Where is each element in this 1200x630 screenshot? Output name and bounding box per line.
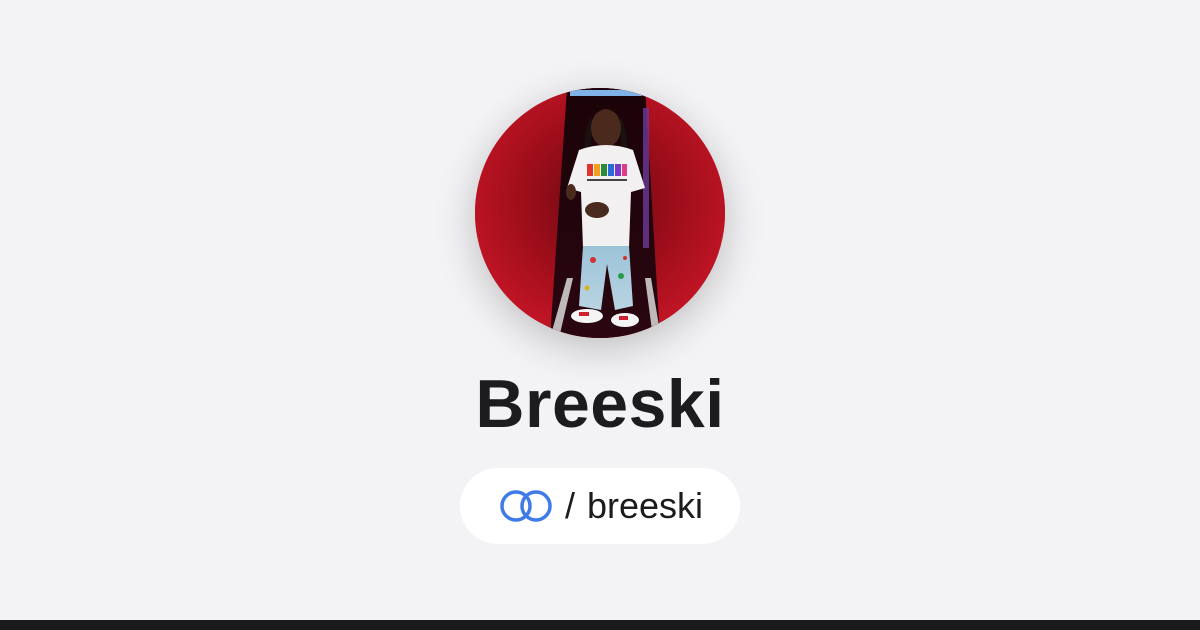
handle-prefix: / <box>564 485 575 526</box>
avatar-photo <box>475 88 725 338</box>
profile-card: Breeski / breeski <box>0 0 1200 620</box>
link-rings-icon <box>500 490 552 522</box>
profile-display-name: Breeski <box>475 366 725 442</box>
avatar <box>475 88 725 338</box>
handle-text: breeski <box>586 485 704 526</box>
profile-handle-link[interactable]: / breeski <box>460 468 740 544</box>
bottom-bar <box>0 620 1200 630</box>
